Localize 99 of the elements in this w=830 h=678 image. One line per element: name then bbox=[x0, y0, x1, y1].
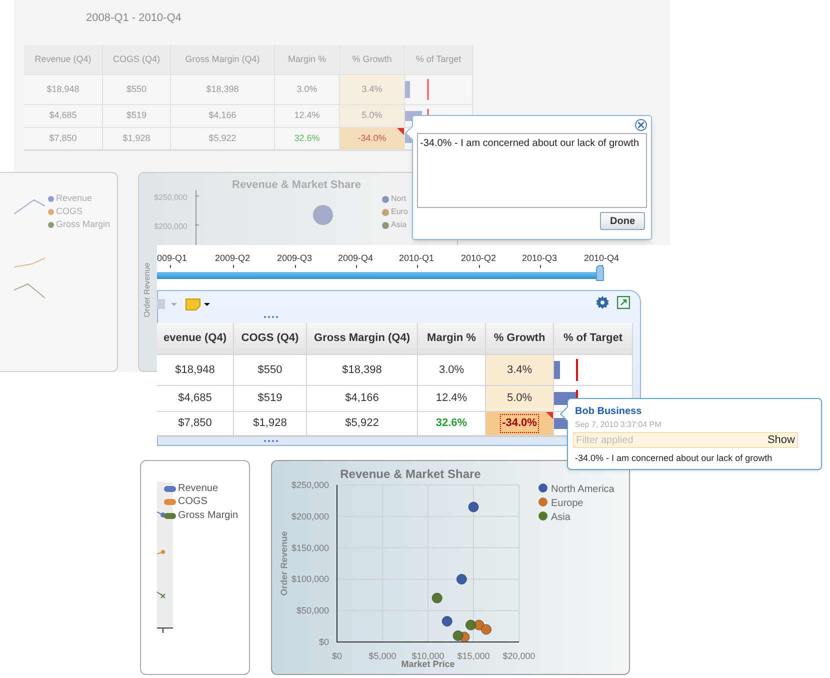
table-cell: $7,850 bbox=[24, 128, 103, 150]
legend-label: Euro bbox=[391, 206, 408, 218]
timeline-handle[interactable] bbox=[596, 265, 604, 281]
target-marker bbox=[576, 359, 578, 381]
legend-label: COGS bbox=[178, 495, 208, 509]
timeline-label: 2010-Q3 bbox=[522, 252, 558, 265]
table-cell: $550 bbox=[234, 355, 307, 386]
revenue-line bbox=[14, 199, 46, 214]
axis-tick-label: $250,000 bbox=[291, 480, 329, 490]
timeline-label: 2009-Q3 bbox=[277, 252, 312, 265]
timeline-label: 2010-Q1 bbox=[399, 252, 434, 265]
column-header[interactable]: evenue (Q4) bbox=[157, 323, 234, 355]
axis-tick-label: $15,000 bbox=[457, 651, 490, 661]
table-cell: $4,685 bbox=[24, 105, 103, 128]
target-marker bbox=[427, 79, 429, 100]
cell-value: -34.0% bbox=[358, 132, 386, 145]
legend-label: North America bbox=[551, 484, 614, 495]
axis-tick-label: $150,000 bbox=[291, 542, 329, 553]
column-header[interactable]: COGS (Q4) bbox=[234, 323, 307, 355]
legend-label: Revenue bbox=[56, 192, 92, 205]
comment-input[interactable]: -34.0% - I am concerned about our lack of growth bbox=[417, 133, 647, 208]
table-cell: 32.6% bbox=[275, 128, 340, 150]
cell-value: 5.0% bbox=[362, 109, 382, 122]
table-cell: $4,166 bbox=[171, 105, 275, 128]
table-cell: 3.0% bbox=[275, 75, 340, 105]
margin-line bbox=[14, 283, 46, 298]
timeline-label: 2009-Q2 bbox=[215, 252, 250, 265]
timeline-label: 2009-Q4 bbox=[338, 252, 374, 265]
axis-tick-label: $10,000 bbox=[412, 651, 444, 661]
filter-status: Filter applied bbox=[576, 434, 634, 448]
legend-label: Asia bbox=[391, 219, 407, 231]
column-header[interactable]: % Growth bbox=[486, 323, 554, 355]
table-cell: $519 bbox=[103, 105, 171, 128]
period-label: 2008-Q1 - 2010-Q4 bbox=[86, 11, 182, 26]
comment-timestamp: Sep 7, 2010 3:37:04 PM bbox=[575, 419, 662, 431]
toolbar-tool-icon bbox=[157, 299, 165, 309]
column-header[interactable]: Margin % bbox=[418, 323, 486, 355]
table-cell: $18,398 bbox=[171, 75, 275, 105]
legend-label: Gross Margin bbox=[178, 509, 238, 523]
cell-value: 5.0% bbox=[506, 391, 532, 406]
axis-tick-label: $20,000 bbox=[502, 651, 536, 661]
legend-label: Nort bbox=[391, 193, 406, 205]
table-cell: $1,928 bbox=[234, 412, 307, 436]
axis-tick-label: $200,000 bbox=[154, 221, 188, 233]
table-cell: $4,166 bbox=[307, 386, 418, 412]
close-icon[interactable] bbox=[635, 119, 647, 131]
show-link[interactable]: Show bbox=[767, 432, 795, 448]
axis-title: Order Revenue bbox=[279, 531, 289, 596]
table-cell: $1,928 bbox=[103, 128, 171, 150]
x-axis bbox=[157, 628, 174, 634]
table-cell: $18,398 bbox=[307, 355, 418, 386]
table-cell: $4,685 bbox=[157, 386, 234, 412]
table-cell: $7,850 bbox=[157, 412, 234, 436]
axis-tick-label: $0 bbox=[318, 637, 329, 647]
table-cell: $5,922 bbox=[171, 128, 275, 150]
expand-icon bbox=[617, 296, 630, 309]
axis-title: Order Revenue bbox=[141, 262, 152, 318]
axis-title: Market Price bbox=[401, 659, 455, 669]
author-name: Bob Business bbox=[575, 405, 642, 419]
table-cell: $18,948 bbox=[157, 355, 234, 386]
axis-tick-label: $50,000 bbox=[296, 606, 329, 616]
legend-label: COGS bbox=[56, 205, 83, 218]
axis-tick-label: $100,000 bbox=[291, 574, 329, 584]
caret-icon bbox=[171, 303, 177, 306]
legend-label: Revenue bbox=[178, 482, 218, 496]
legend-label: Gross Margin bbox=[56, 218, 110, 231]
table-cell: 12.4% bbox=[275, 105, 340, 128]
chart-title: Revenue & Market Share bbox=[232, 178, 361, 193]
cell-value: 3.4% bbox=[506, 362, 532, 378]
axis-tick-label: $250,000 bbox=[154, 192, 188, 204]
column-header[interactable]: Gross Margin (Q4) bbox=[307, 323, 418, 355]
table-cell: 3.0% bbox=[418, 355, 486, 386]
legend-label: Europe bbox=[551, 498, 584, 509]
settings-icon bbox=[596, 296, 609, 309]
caret-icon bbox=[204, 303, 210, 306]
table-cell: 32.6% bbox=[418, 412, 486, 436]
timeline-label: 009-Q1 bbox=[157, 252, 188, 265]
legend-label: Asia bbox=[551, 512, 570, 523]
done-button[interactable]: Done bbox=[600, 212, 645, 230]
cogs-line bbox=[14, 258, 46, 268]
table-cell: 12.4% bbox=[418, 386, 486, 412]
margin-line bbox=[157, 592, 166, 598]
sticky-note-icon bbox=[186, 298, 200, 310]
table-cell: $5,922 bbox=[307, 412, 418, 436]
cell-value: -34.0% bbox=[500, 414, 539, 433]
axis-tick-label: $0 bbox=[332, 651, 342, 661]
cell-value: 3.4% bbox=[362, 82, 382, 96]
timeline-label: 2010-Q2 bbox=[461, 252, 496, 265]
axis-tick-label: $200,000 bbox=[291, 511, 329, 522]
bubble bbox=[313, 205, 333, 225]
table-cell: $550 bbox=[103, 75, 171, 105]
timeline-label: 2010-Q4 bbox=[584, 252, 620, 265]
axis-tick-label: $5,000 bbox=[368, 651, 396, 661]
column-header[interactable]: % of Target bbox=[554, 323, 633, 355]
data-point bbox=[161, 550, 165, 554]
comment-text: -34.0% - I am concerned about our lack of growth bbox=[575, 452, 772, 465]
table-cell: $18,948 bbox=[24, 75, 103, 105]
table-cell: $519 bbox=[234, 386, 307, 412]
chart-title: Revenue & Market Share bbox=[339, 466, 482, 483]
